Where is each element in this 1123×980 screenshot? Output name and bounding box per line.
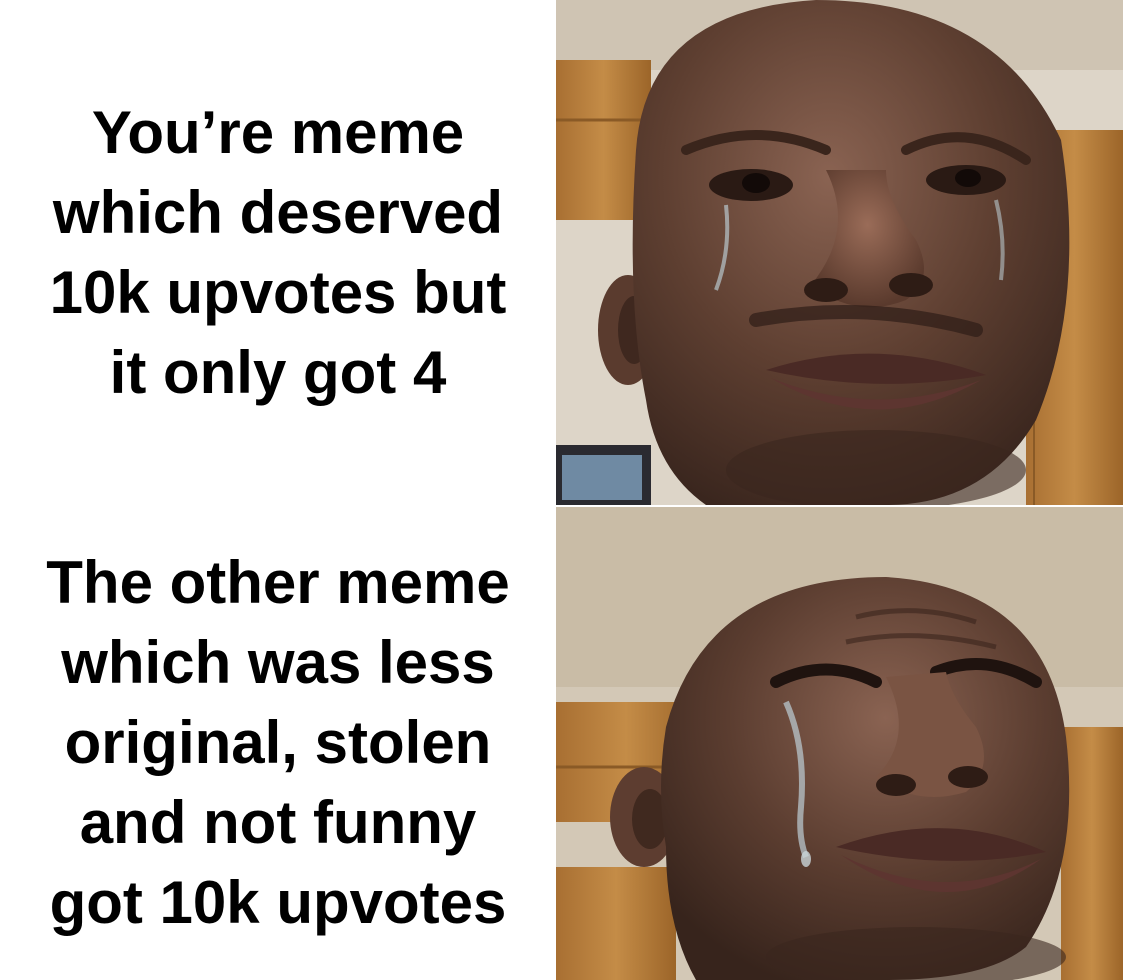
top-caption-cell: You’re meme which deserved 10k upvotes b… <box>0 0 556 505</box>
bottom-caption: The other meme which was less original, … <box>46 543 509 943</box>
meme: You’re meme which deserved 10k upvotes b… <box>0 0 1123 980</box>
bottom-caption-line-4: and not funny <box>79 788 477 856</box>
top-photo-panel <box>556 0 1123 505</box>
sobbing-face-image <box>556 507 1123 980</box>
top-caption-line-3: 10k upvotes but <box>49 258 507 326</box>
bottom-caption-line-2: which was less <box>61 628 495 696</box>
teary-face-image <box>556 0 1123 505</box>
top-caption: You’re meme which deserved 10k upvotes b… <box>50 93 507 413</box>
bottom-caption-line-5: got 10k upvotes <box>49 868 507 936</box>
top-caption-line-1: You’re meme <box>91 98 465 166</box>
bottom-caption-cell: The other meme which was less original, … <box>0 505 556 980</box>
bottom-photo-panel <box>556 507 1123 980</box>
bottom-caption-line-3: original, stolen <box>64 708 492 776</box>
top-caption-line-4: it only got 4 <box>109 338 447 406</box>
bottom-caption-line-1: The other meme <box>46 548 510 616</box>
top-caption-line-2: which deserved <box>52 178 504 246</box>
